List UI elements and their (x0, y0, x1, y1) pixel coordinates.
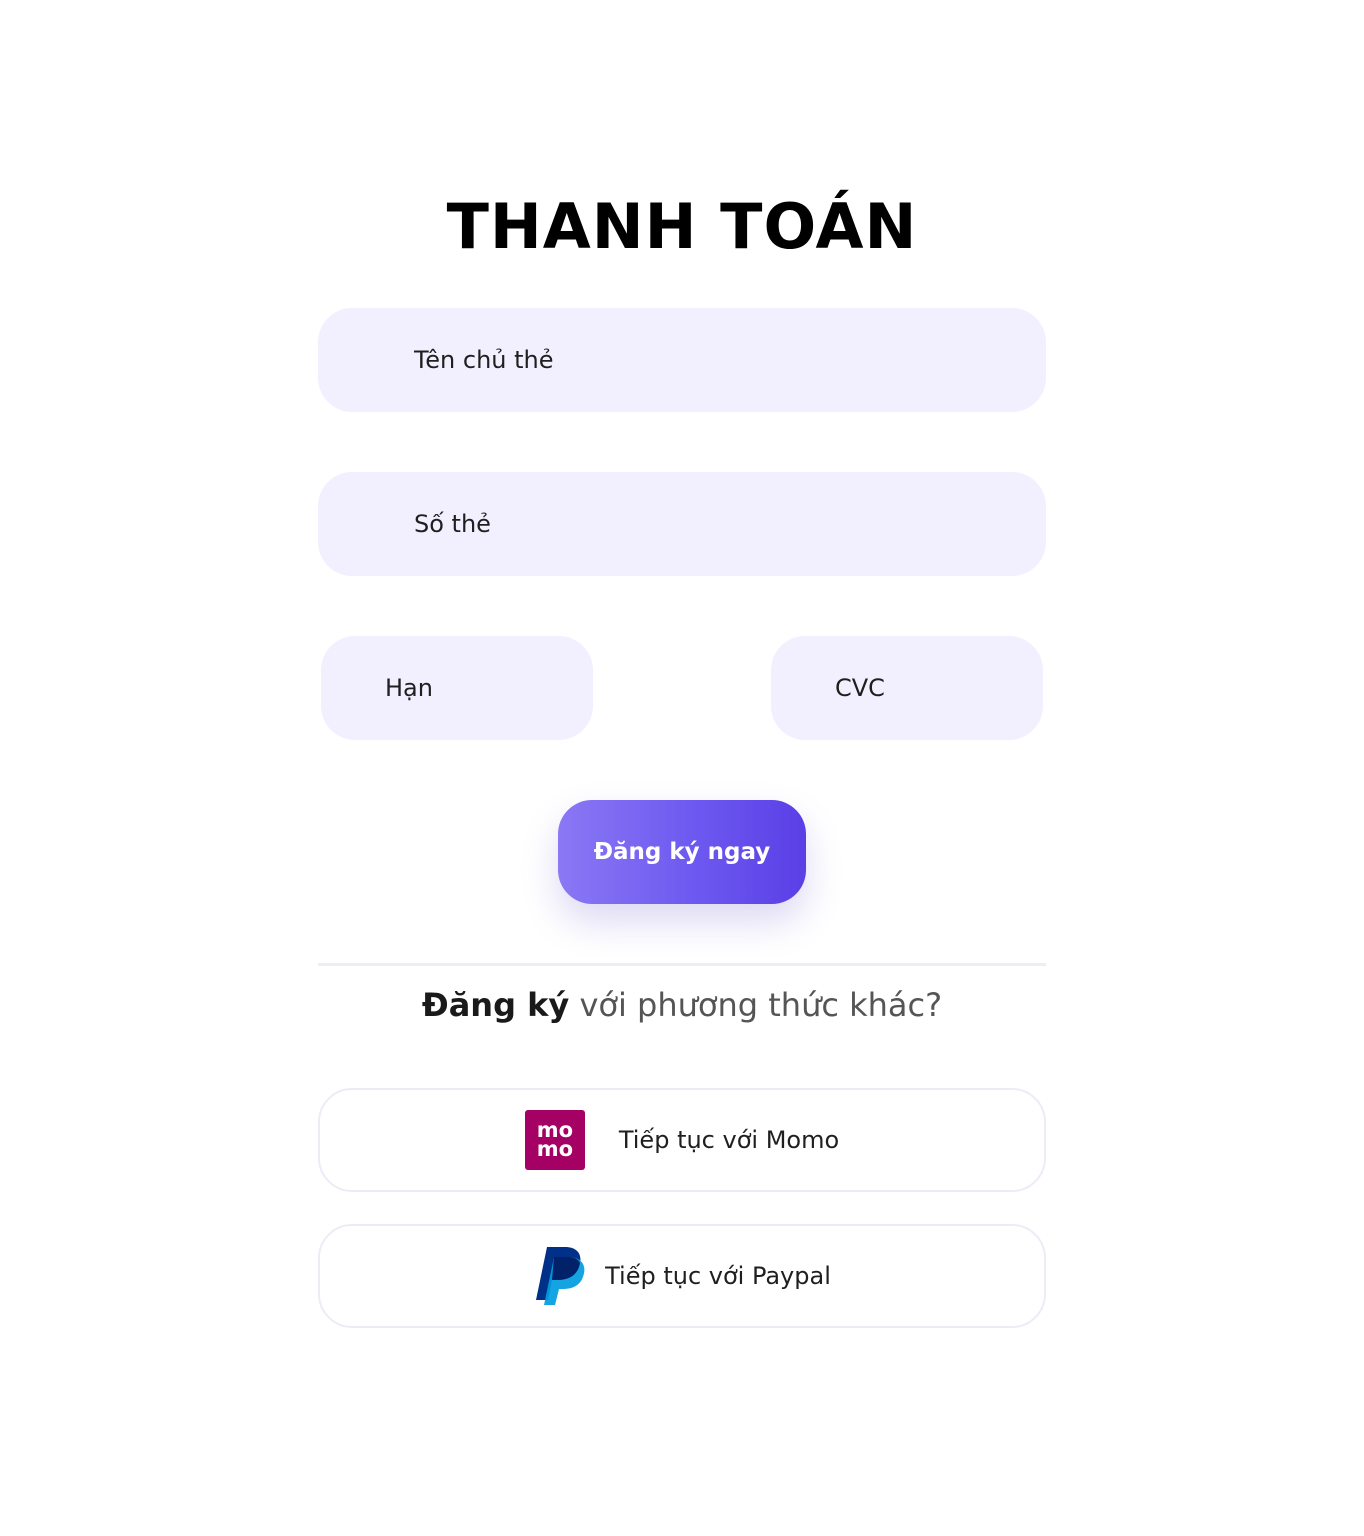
continue-with-momo-button[interactable]: mo mo Tiếp tục với Momo (318, 1088, 1046, 1192)
paypal-button-label: Tiếp tục với Paypal (605, 1262, 831, 1290)
card-number-input[interactable] (414, 472, 1046, 576)
momo-button-label: Tiếp tục với Momo (618, 1126, 840, 1154)
cardholder-name-input[interactable] (414, 308, 1046, 412)
paypal-logo-icon (536, 1247, 585, 1305)
expiry-field[interactable] (321, 636, 593, 740)
register-now-button[interactable]: Đăng ký ngay (558, 800, 806, 904)
page-title: THANH TOÁN (446, 190, 918, 263)
expiry-input[interactable] (385, 636, 593, 740)
cvc-input[interactable] (835, 636, 1043, 740)
cvc-field[interactable] (771, 636, 1043, 740)
momo-logo-icon: mo mo (524, 1110, 585, 1170)
alternative-methods-heading: Đăng ký với phương thức khác? (0, 982, 1364, 1028)
momo-logo-line-2: mo (536, 1137, 573, 1161)
alternative-heading-rest: với phương thức khác? (569, 986, 943, 1024)
continue-with-paypal-button[interactable]: Tiếp tục với Paypal (318, 1224, 1046, 1328)
cardholder-name-field[interactable] (318, 308, 1046, 412)
card-number-field[interactable] (318, 472, 1046, 576)
divider (318, 963, 1046, 966)
alternative-heading-strong: Đăng ký (421, 986, 570, 1024)
